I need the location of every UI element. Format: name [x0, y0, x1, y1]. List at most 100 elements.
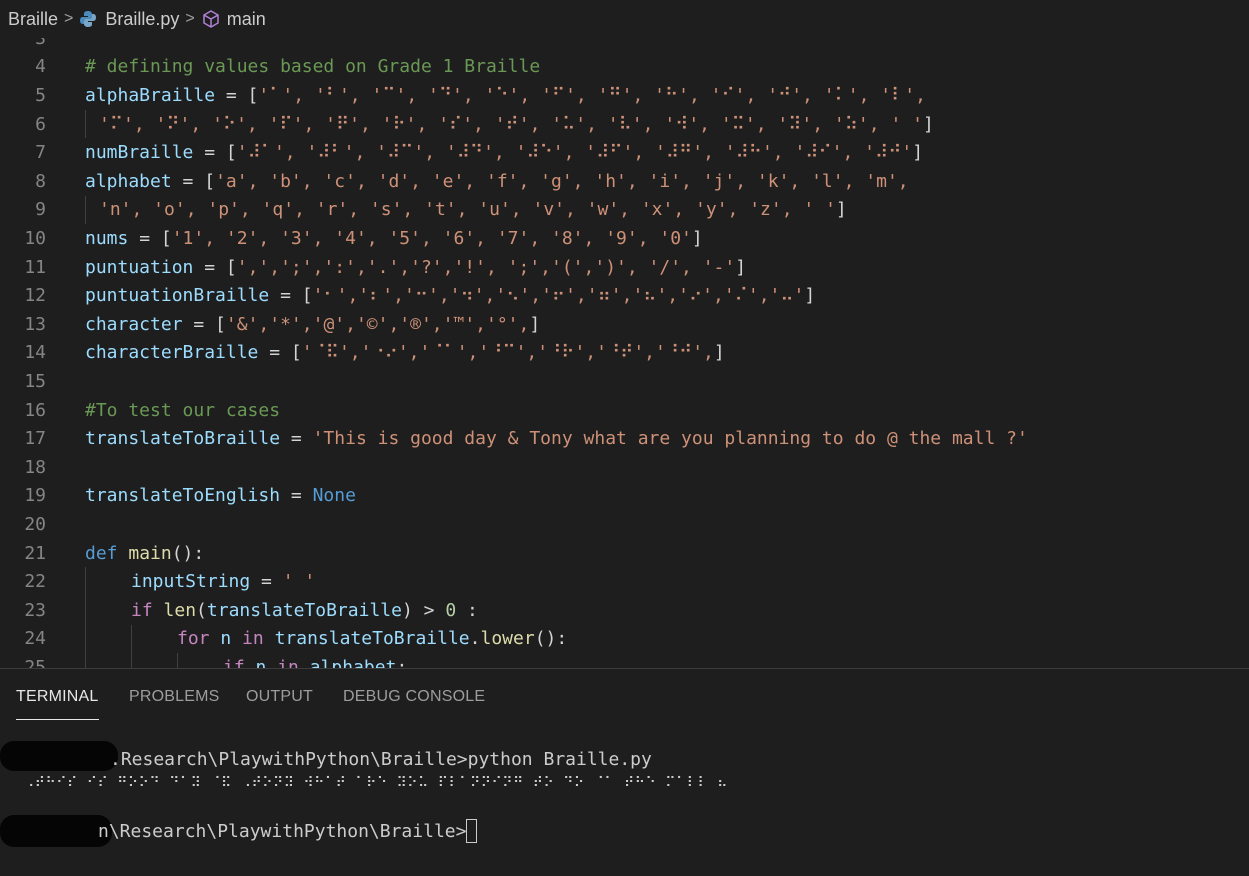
code-line[interactable]: 18	[0, 453, 1249, 482]
code-token: 'n', 'o', 'p', 'q', 'r', 's', 't', 'u', …	[99, 199, 836, 221]
terminal-cursor	[466, 819, 478, 843]
code-token: # defining values based on Grade 1 Brail…	[85, 56, 541, 78]
code-editor[interactable]: 3 4 # defining values based on Grade 1 Bra…	[0, 38, 1249, 668]
code-line[interactable]: 20	[0, 510, 1249, 539]
code-line[interactable]: 14 characterBraille = ['⠈⠯','⠐⠔','⠈⠁','⠘⠉…	[0, 339, 1249, 368]
code-text: characterBraille = ['⠈⠯','⠐⠔','⠈⠁','⠘⠉',…	[85, 342, 725, 363]
code-token: '⠁', '⠃', '⠉', '⠙', '⠑', '⠋', '⠛', '⠓', …	[258, 84, 926, 106]
code-token: puntuation	[85, 256, 194, 278]
code-token: '1', '2', '3', '4', '5', '6', '7', '8', …	[171, 227, 692, 249]
indent-guide	[131, 624, 132, 654]
code-line[interactable]: 24 for n in translateToBraille.lower():	[0, 624, 1249, 654]
code-token: len	[163, 599, 197, 621]
code-line[interactable]: 19 translateToEnglish = None	[0, 482, 1249, 511]
code-line[interactable]: 6 '⠍', '⠝', '⠕', '⠏', '⠟', '⠗', '⠎', '⠞',…	[0, 109, 1249, 139]
code-text: alphabet = ['a', 'b', 'c', 'd', 'e', 'f'…	[85, 171, 909, 192]
line-number: 18	[24, 456, 46, 478]
terminal-prompt: n\Research\PlaywithPython\Braille>	[98, 820, 467, 842]
redaction-mark	[0, 741, 118, 771]
code-line[interactable]: 9 'n', 'o', 'p', 'q', 'r', 's', 't', 'u',…	[0, 195, 1249, 225]
python-icon	[79, 10, 97, 28]
code-text: translateToEnglish = None	[85, 485, 356, 506]
code-token: =	[250, 571, 283, 593]
code-token: 0	[445, 599, 457, 621]
code-text: if len(translateToBraille) > 0 :	[131, 600, 478, 621]
code-line[interactable]: 8 alphabet = ['a', 'b', 'c', 'd', 'e', 'f…	[0, 167, 1249, 196]
code-text: character = ['&','*','@','©','®','™','°'…	[85, 314, 540, 335]
code-text: def main():	[85, 543, 204, 564]
code-token: translateToBraille	[274, 628, 470, 650]
code-line[interactable]: 25 if n in alphabet:	[0, 653, 1249, 668]
indent-guide	[85, 195, 86, 225]
code-token: .	[469, 628, 481, 650]
breadcrumb-file[interactable]: Braille.py	[105, 9, 179, 30]
code-line[interactable]: 13 character = ['&','*','@','©','®','™','…	[0, 310, 1249, 339]
tab-terminal[interactable]: TERMINAL	[16, 688, 99, 720]
chevron-right-icon: >	[64, 10, 74, 27]
code-token: :	[396, 656, 408, 668]
redaction-mark	[0, 815, 112, 847]
tab-debug-console[interactable]: DEBUG CONSOLE	[343, 688, 485, 706]
code-token: nums	[85, 227, 129, 249]
tab-output[interactable]: OUTPUT	[246, 688, 313, 706]
line-number: 17	[24, 428, 46, 450]
code-text: alphaBraille = ['⠁', '⠃', '⠉', '⠙', '⠑',…	[85, 85, 926, 106]
code-line[interactable]: 17 translateToBraille = 'This is good day…	[0, 424, 1249, 453]
line-number: 6	[35, 113, 46, 135]
indent-guide	[85, 596, 86, 625]
code-token: '⠈⠯','⠐⠔','⠈⠁','⠘⠉','⠘⠗','⠘⠞','⠘⠚',	[301, 342, 714, 364]
code-token: for	[177, 628, 210, 650]
code-line[interactable]: 21 def main():	[0, 539, 1249, 568]
code-token: '⠼⠁', '⠼⠃', '⠼⠉', '⠼⠙', '⠼⠑', '⠼⠋', '⠼⠛'…	[236, 142, 913, 164]
code-line[interactable]: 5 alphaBraille = ['⠁', '⠃', '⠉', '⠙', '⠑'…	[0, 81, 1249, 110]
code-line[interactable]: 11 puntuation = [',',';',':','.','?','!',…	[0, 253, 1249, 282]
code-line[interactable]: 12 puntuationBraille = ['⠂','⠆','⠒','⠲','…	[0, 281, 1249, 310]
line-number: 15	[24, 370, 46, 392]
code-text: # defining values based on Grade 1 Brail…	[85, 56, 540, 77]
code-token: main	[128, 542, 172, 564]
code-token: ]	[922, 113, 934, 135]
line-number: 11	[24, 256, 46, 278]
code-token: = [	[128, 227, 172, 249]
code-token: ]	[691, 227, 703, 249]
code-token: ) >	[401, 599, 446, 621]
code-token: ]	[735, 256, 747, 278]
code-line[interactable]: 4 # defining values based on Grade 1 Brai…	[0, 53, 1249, 82]
code-line[interactable]: 7 numBraille = ['⠼⠁', '⠼⠃', '⠼⠉', '⠼⠙', '…	[0, 138, 1249, 167]
line-number: 13	[24, 313, 46, 335]
terminal-prompt-line[interactable]: n\Research\PlaywithPython\Braille>	[98, 818, 478, 844]
panel-tabs: TERMINAL PROBLEMS OUTPUT DEBUG CONSOLE	[0, 669, 1249, 725]
breadcrumb-symbol[interactable]: main	[227, 9, 266, 30]
code-token: = [	[182, 313, 226, 335]
code-text: puntuationBraille = ['⠂','⠆','⠒','⠲','⠢'…	[85, 285, 815, 306]
code-line[interactable]: 22 inputString = ' '	[0, 567, 1249, 596]
line-number: 12	[24, 285, 46, 307]
code-text: #To test our cases	[85, 400, 280, 421]
code-line[interactable]: 23 if len(translateToBraille) > 0 :	[0, 596, 1249, 625]
code-token: '&','*','@','©','®','™','°',	[225, 313, 530, 335]
indent-guide	[85, 109, 86, 139]
tab-problems[interactable]: PROBLEMS	[129, 688, 220, 706]
code-text: for n in translateToBraille.lower():	[177, 628, 567, 649]
line-number: 19	[24, 485, 46, 507]
cube-icon	[201, 9, 221, 29]
breadcrumb-folder[interactable]: Braille	[8, 9, 58, 30]
code-line[interactable]: 10 nums = ['1', '2', '3', '4', '5', '6', …	[0, 224, 1249, 253]
code-token: = [	[193, 142, 237, 164]
code-token: = [	[258, 342, 302, 364]
code-token: alphabet	[309, 656, 397, 668]
code-token: None	[312, 485, 356, 507]
code-line[interactable]: 16 #To test our cases	[0, 396, 1249, 425]
code-line[interactable]: 3	[0, 38, 1249, 53]
code-line[interactable]: 15	[0, 367, 1249, 396]
code-token: ():	[534, 628, 568, 650]
code-token: = [	[215, 84, 259, 106]
code-token: ]	[835, 199, 847, 221]
indent-guide	[131, 653, 132, 668]
code-token: :	[456, 599, 478, 621]
